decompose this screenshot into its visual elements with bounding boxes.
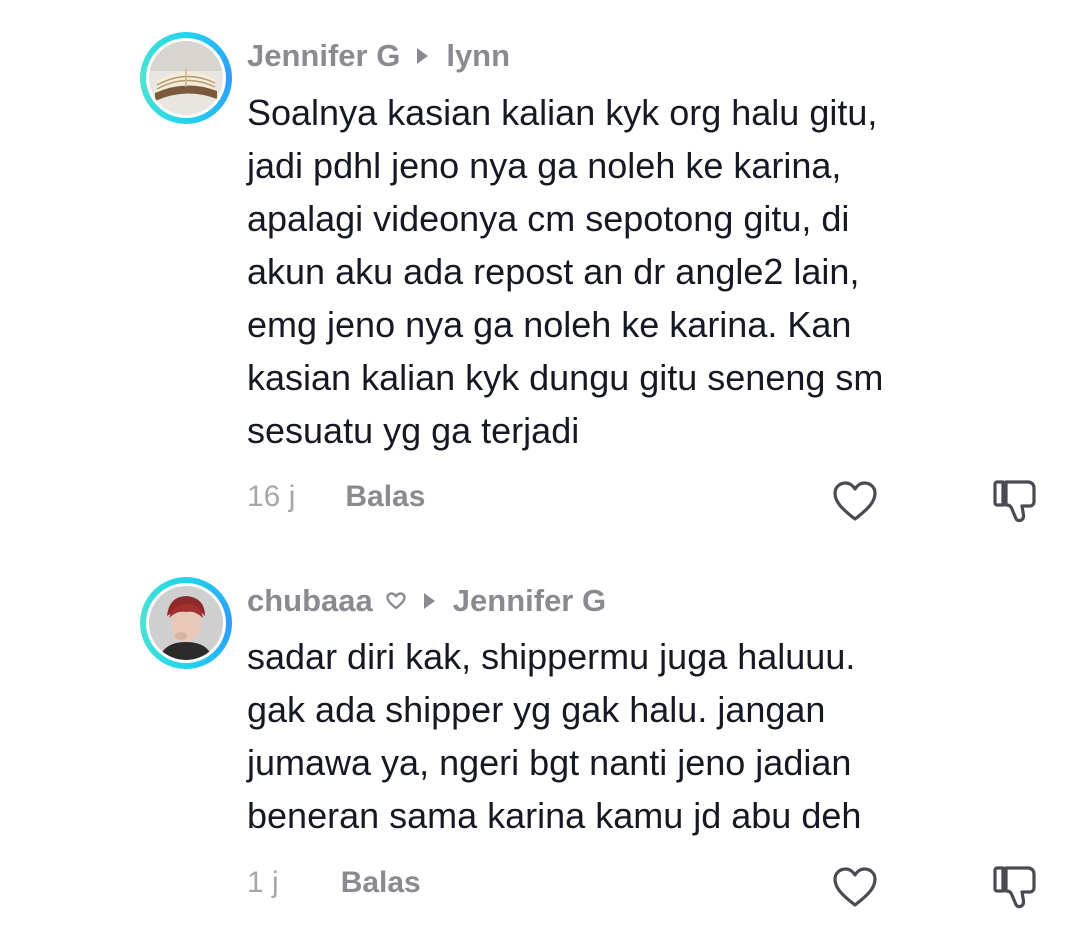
timestamp: 16 j bbox=[247, 480, 296, 513]
person-avatar-icon bbox=[149, 586, 223, 660]
comment-line: Soalnya kasian kalian kyk org halu gitu, bbox=[247, 92, 878, 133]
heart-outline-icon bbox=[833, 481, 877, 521]
comment-header: chubaaa Jennifer G bbox=[247, 583, 606, 619]
comment-line: apalagi videonya cm sepotong gitu, di bbox=[247, 198, 850, 239]
small-heart-icon bbox=[385, 591, 407, 611]
comment-line: gak ada shipper yg gak halu. jangan bbox=[247, 689, 826, 730]
comment-line: jumawa ya, ngeri bgt nanti jeno jadian bbox=[247, 742, 852, 783]
comment-text: sadar diri kak, shippermu juga haluuu. g… bbox=[247, 630, 1047, 842]
reply-arrow-icon bbox=[417, 48, 429, 64]
reply-button[interactable]: Balas bbox=[345, 480, 425, 514]
book-avatar-icon bbox=[149, 41, 223, 115]
comment-line: kasian kalian kyk dungu gitu seneng sm bbox=[247, 357, 884, 398]
username[interactable]: Jennifer G bbox=[247, 38, 400, 74]
dislike-button[interactable] bbox=[990, 476, 1042, 526]
comment-meta: 16 j Balas bbox=[247, 480, 425, 514]
heart-outline-icon bbox=[833, 867, 877, 907]
like-button[interactable] bbox=[830, 864, 880, 910]
comment-line: sesuatu yg ga terjadi bbox=[247, 410, 580, 451]
timestamp: 1 j bbox=[247, 866, 279, 899]
comment-text: Soalnya kasian kalian kyk org halu gitu,… bbox=[247, 86, 1047, 457]
like-button[interactable] bbox=[830, 478, 880, 524]
comment-line: jadi pdhl jeno nya ga noleh ke karina, bbox=[247, 145, 842, 186]
comment-header: Jennifer G lynn bbox=[247, 38, 510, 74]
username[interactable]: chubaaa bbox=[247, 583, 373, 619]
comment-meta: 1 j Balas bbox=[247, 866, 421, 900]
reply-to-username[interactable]: lynn bbox=[446, 38, 510, 74]
avatar[interactable] bbox=[140, 577, 232, 669]
comment-line: sadar diri kak, shippermu juga haluuu. bbox=[247, 636, 856, 677]
thumbs-down-icon bbox=[993, 866, 1036, 909]
reply-button[interactable]: Balas bbox=[341, 866, 421, 900]
reply-arrow-icon bbox=[423, 593, 435, 609]
thumbs-down-icon bbox=[993, 480, 1036, 523]
comment-line: emg jeno nya ga noleh ke karina. Kan bbox=[247, 304, 852, 345]
dislike-button[interactable] bbox=[990, 862, 1042, 912]
comment-line: beneran sama karina kamu jd abu deh bbox=[247, 795, 862, 836]
reply-to-username[interactable]: Jennifer G bbox=[453, 583, 606, 619]
avatar[interactable] bbox=[140, 32, 232, 124]
comment-line: akun aku ada repost an dr angle2 lain, bbox=[247, 251, 860, 292]
